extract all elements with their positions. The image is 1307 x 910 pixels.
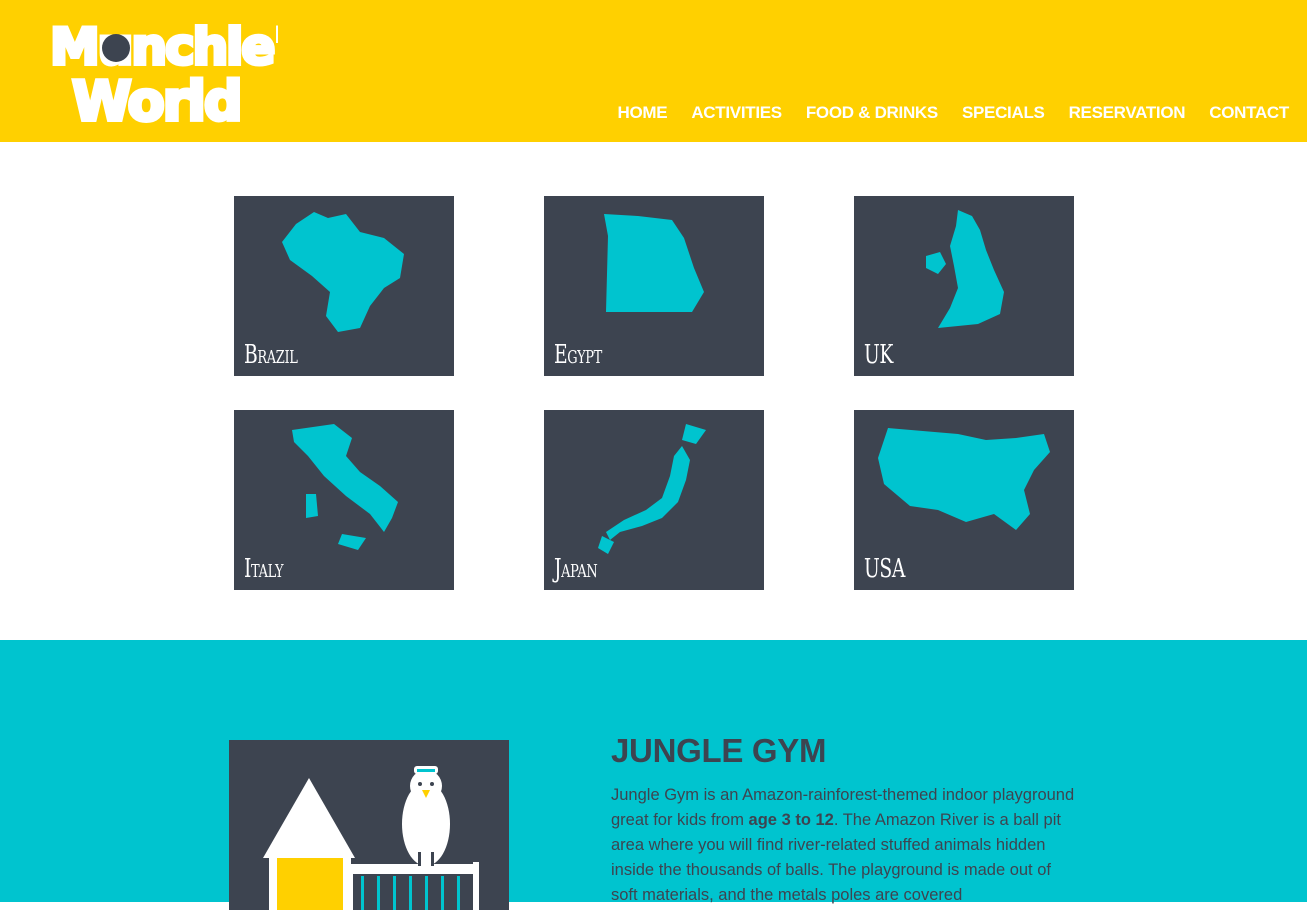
country-tile-uk[interactable]: UK [854,196,1074,376]
nav-contact[interactable]: CONTACT [1209,103,1289,123]
country-tile-brazil[interactable]: Brazil [234,196,454,376]
country-name: Japan [554,554,598,584]
nav-home[interactable]: HOME [618,103,668,123]
country-name: USA [864,554,906,584]
country-tile-usa[interactable]: USA [854,410,1074,590]
country-name: UK [864,340,894,370]
nav-food-drinks[interactable]: FOOD & DRINKS [806,103,938,123]
country-tile-italy[interactable]: Italy [234,410,454,590]
country-tile-japan[interactable]: Japan [544,410,764,590]
nav-activities[interactable]: ACTIVITIES [691,103,782,123]
logo-line2: World [72,70,241,132]
age-range: age 3 to 12 [748,811,834,829]
logo-line1: Munchie's [50,18,278,76]
country-name: Egypt [554,340,602,370]
nav-reservation[interactable]: RESERVATION [1069,103,1186,123]
jungle-gym-illustration [229,740,509,910]
site-header: Munchie's World HOME ACTIVITIES FOOD & D… [0,0,1307,142]
jungle-gym-title: JUNGLE GYM [611,732,827,769]
jungle-gym-section: JUNGLE GYM Jungle Gym is an Amazon-rainf… [0,640,1307,910]
country-tile-egypt[interactable]: Egypt [544,196,764,376]
country-name: Italy [244,554,284,584]
main-nav: HOME ACTIVITIES FOOD & DRINKS SPECIALS R… [618,103,1290,123]
munchies-world-logo[interactable]: Munchie's World [48,8,278,132]
country-name: Brazil [244,340,298,370]
nav-specials[interactable]: SPECIALS [962,103,1045,123]
jungle-gym-description: Jungle Gym is an Amazon-rainforest-theme… [611,783,1081,908]
